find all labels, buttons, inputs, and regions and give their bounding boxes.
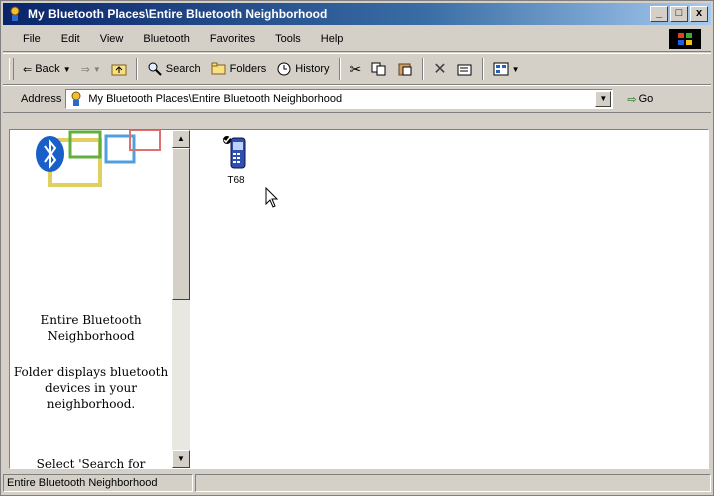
menu-edit[interactable]: Edit [51, 33, 90, 45]
go-arrow-icon: ⇨ [627, 93, 637, 106]
copy-to-button[interactable] [366, 57, 392, 81]
copy-icon [371, 62, 386, 76]
delete-x-icon: ✕ [433, 61, 447, 78]
search-icon [148, 62, 162, 76]
address-bar: Address My Bluetooth Places\Entire Bluet… [3, 85, 711, 113]
device-item[interactable]: T68 [216, 134, 256, 186]
back-button[interactable]: ⇐ Back ▼ [18, 57, 76, 81]
paste-button[interactable] [392, 57, 418, 81]
forward-dropdown-icon[interactable]: ▼ [93, 65, 101, 74]
history-button[interactable]: History [271, 57, 334, 81]
device-list-pane: T68 [190, 130, 708, 468]
scroll-down-button[interactable]: ▼ [172, 450, 190, 468]
toolbar-separator [481, 58, 484, 80]
menu-file[interactable]: File [13, 33, 51, 45]
explorer-content: Entire Bluetooth Neighborhood Folder dis… [9, 129, 709, 469]
search-button[interactable]: Search [142, 57, 206, 81]
views-icon [493, 62, 509, 76]
windows-logo-icon [669, 29, 701, 49]
web-view-pane: Entire Bluetooth Neighborhood Folder dis… [10, 130, 172, 468]
paste-icon [398, 63, 412, 76]
mouse-cursor-icon [265, 187, 279, 208]
bluetooth-places-icon [10, 6, 20, 21]
history-label: History [295, 63, 330, 75]
address-label: Address [21, 93, 62, 105]
toolbar-separator [135, 58, 138, 80]
folder-description: Folder displays bluetooth devices in you… [13, 365, 169, 411]
toolbar-grip[interactable] [9, 58, 14, 80]
search-label: Search [165, 63, 201, 75]
views-dropdown-icon: ▼ [511, 64, 520, 74]
close-button[interactable]: x [690, 6, 708, 22]
toolbar-separator [338, 58, 341, 80]
properties-icon [457, 64, 472, 76]
address-dropdown-button[interactable]: ▼ [595, 91, 612, 107]
back-dropdown-icon[interactable]: ▼ [63, 65, 71, 74]
forward-button[interactable]: ⇒ ▼ [76, 57, 106, 81]
minimize-button[interactable]: _ [650, 6, 668, 22]
scroll-up-button[interactable]: ▲ [172, 130, 190, 148]
toolbar-separator [422, 58, 425, 80]
menu-tools[interactable]: Tools [265, 33, 311, 45]
bluetooth-banner-icon [10, 130, 172, 200]
folders-button[interactable]: Folders [206, 57, 272, 81]
menu-view[interactable]: View [90, 33, 134, 45]
go-button[interactable]: ⇨ Go [627, 93, 653, 106]
folder-title: Entire Bluetooth Neighborhood [40, 313, 142, 343]
back-label: Back [35, 63, 60, 75]
menu-bluetooth[interactable]: Bluetooth [133, 33, 199, 45]
bluetooth-places-icon [71, 91, 81, 106]
explorer-window: My Bluetooth Places\Entire Bluetooth Nei… [0, 0, 714, 496]
folders-label: Folders [229, 63, 267, 75]
status-empty-cell [195, 474, 711, 492]
folders-icon [211, 62, 226, 75]
up-folder-icon [111, 64, 127, 76]
scissors-icon: ✂ [349, 60, 362, 77]
title-bar[interactable]: My Bluetooth Places\Entire Bluetooth Nei… [3, 3, 711, 25]
properties-button[interactable] [452, 57, 478, 81]
status-text: Entire Bluetooth Neighborhood [3, 474, 193, 492]
left-pane-scrollbar[interactable]: ▲ ▼ [172, 130, 190, 468]
menu-favorites[interactable]: Favorites [200, 33, 265, 45]
mobile-phone-icon [223, 136, 246, 169]
history-icon [277, 62, 291, 76]
delete-button[interactable]: ✕ [428, 57, 451, 81]
address-value: My Bluetooth Places\Entire Bluetooth Nei… [88, 93, 343, 105]
menu-bar: File Edit View Bluetooth Favorites Tools… [3, 27, 711, 52]
search-hint-text: Select 'Search for [36, 457, 146, 468]
move-to-button[interactable]: ✂ [345, 57, 367, 81]
scroll-thumb[interactable] [172, 148, 190, 300]
go-label: Go [638, 93, 654, 105]
forward-arrow-icon: ⇒ [80, 63, 90, 76]
device-label: T68 [227, 175, 245, 186]
status-bar: Entire Bluetooth Neighborhood [3, 473, 711, 493]
menu-help[interactable]: Help [311, 33, 354, 45]
window-title: My Bluetooth Places\Entire Bluetooth Nei… [28, 7, 328, 21]
address-input[interactable]: My Bluetooth Places\Entire Bluetooth Nei… [65, 89, 614, 109]
window-controls: _ □ x [650, 6, 708, 22]
standard-toolbar: ⇐ Back ▼ ⇒ ▼ Search Folders History ✂ ✕ … [3, 53, 711, 85]
maximize-button[interactable]: □ [670, 6, 688, 22]
views-button[interactable]: ▼ [488, 57, 525, 81]
up-folder-button[interactable] [106, 57, 132, 81]
back-arrow-icon: ⇐ [23, 63, 33, 76]
